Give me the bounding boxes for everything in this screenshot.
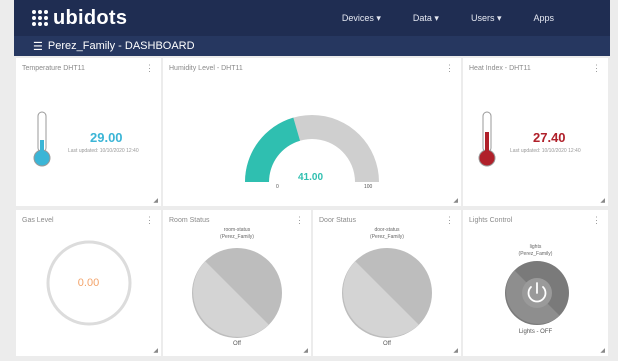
gauge-min-label: 0: [276, 184, 279, 190]
room-status-widget: Room Status ⋮ room-status (Perez_Family)…: [163, 210, 311, 356]
indicator-variable-label: door-status (Perez_Family): [313, 227, 461, 240]
status-indicator: [192, 248, 282, 338]
widget-menu-icon[interactable]: ⋮: [592, 216, 601, 225]
dashboard-bar: ☰ Perez_Family - DASHBOARD: [14, 36, 610, 56]
gas-level-widget: Gas Level ⋮ 0.00 ◢: [16, 210, 161, 356]
indicator-variable-label: room-status (Perez_Family): [163, 227, 311, 240]
indicator-device-name: (Perez_Family): [220, 233, 254, 240]
hamburger-menu-icon[interactable]: ☰: [33, 40, 43, 53]
main-nav: Devices ▾ Data ▾ Users ▾ Apps: [342, 0, 554, 36]
widget-menu-icon[interactable]: ⋮: [445, 216, 454, 225]
widget-title: Humidity Level - DHT11: [169, 65, 243, 72]
last-updated-text: Last updated: 10/10/2020 12:40: [68, 148, 139, 154]
gauge-fill: [245, 117, 300, 182]
resize-handle-icon[interactable]: ◢: [453, 197, 458, 204]
widget-menu-icon[interactable]: ⋮: [295, 216, 304, 225]
status-state-label: Off: [383, 341, 391, 347]
status-state-label: Off: [233, 341, 241, 347]
widget-grid: Temperature DHT11 ⋮ 29.00 Last updated: …: [16, 58, 610, 360]
dashboard-title[interactable]: Perez_Family - DASHBOARD: [48, 40, 195, 52]
door-status-widget: Door Status ⋮ door-status (Perez_Family)…: [313, 210, 461, 356]
widget-menu-icon[interactable]: ⋮: [145, 64, 154, 73]
gauge-max-label: 100: [364, 184, 373, 190]
nav-devices[interactable]: Devices ▾: [342, 13, 381, 24]
temperature-value: 29.00: [90, 130, 123, 145]
switch-state-label: Lights - OFF: [518, 329, 553, 335]
widget-title: Gas Level: [22, 217, 54, 224]
widget-title: Room Status: [169, 217, 210, 224]
lights-control-widget: Lights Control ⋮ lights (Perez_Family) L…: [463, 210, 608, 356]
heat-index-widget: Heat Index - DHT11 ⋮ 27.40 Last updated:…: [463, 58, 608, 206]
heat-index-value: 27.40: [533, 130, 566, 145]
indicator-device-name: (Perez_Family): [370, 233, 404, 240]
nav-apps[interactable]: Apps: [533, 13, 554, 23]
top-navbar: ubidots Devices ▾ Data ▾ Users ▾ Apps: [14, 0, 610, 36]
widget-title: Temperature DHT11: [22, 65, 85, 72]
nav-users[interactable]: Users ▾: [471, 13, 502, 24]
logo-text: ubidots: [53, 6, 128, 29]
resize-handle-icon[interactable]: ◢: [600, 347, 605, 354]
widget-menu-icon[interactable]: ⋮: [145, 216, 154, 225]
resize-handle-icon[interactable]: ◢: [453, 347, 458, 354]
thermometer-icon: [33, 111, 51, 167]
widget-title: Heat Index - DHT11: [469, 65, 531, 72]
gas-value: 0.00: [77, 277, 100, 289]
ubidots-logo[interactable]: ubidots: [32, 7, 127, 30]
resize-handle-icon[interactable]: ◢: [153, 347, 158, 354]
switch-variable-label: lights (Perez_Family): [463, 244, 608, 257]
temperature-widget: Temperature DHT11 ⋮ 29.00 Last updated: …: [16, 58, 161, 206]
widget-menu-icon[interactable]: ⋮: [592, 64, 601, 73]
nav-data[interactable]: Data ▾: [413, 13, 439, 24]
widget-menu-icon[interactable]: ⋮: [445, 64, 454, 73]
logo-dots-icon: [32, 10, 48, 26]
humidity-widget: Humidity Level - DHT11 ⋮ 0 100 41.00 ◢: [163, 58, 461, 206]
widget-title: Door Status: [319, 217, 356, 224]
thermometer-icon: [478, 111, 496, 167]
switch-device-name: (Perez_Family): [518, 250, 553, 257]
humidity-value: 41.00: [298, 172, 324, 183]
last-updated-text: Last updated: 10/10/2020 12:40: [510, 148, 581, 154]
resize-handle-icon[interactable]: ◢: [600, 197, 605, 204]
resize-handle-icon[interactable]: ◢: [303, 347, 308, 354]
widget-title: Lights Control: [469, 217, 513, 224]
status-indicator: [342, 248, 432, 338]
lights-switch[interactable]: [505, 261, 569, 325]
resize-handle-icon[interactable]: ◢: [153, 197, 158, 204]
